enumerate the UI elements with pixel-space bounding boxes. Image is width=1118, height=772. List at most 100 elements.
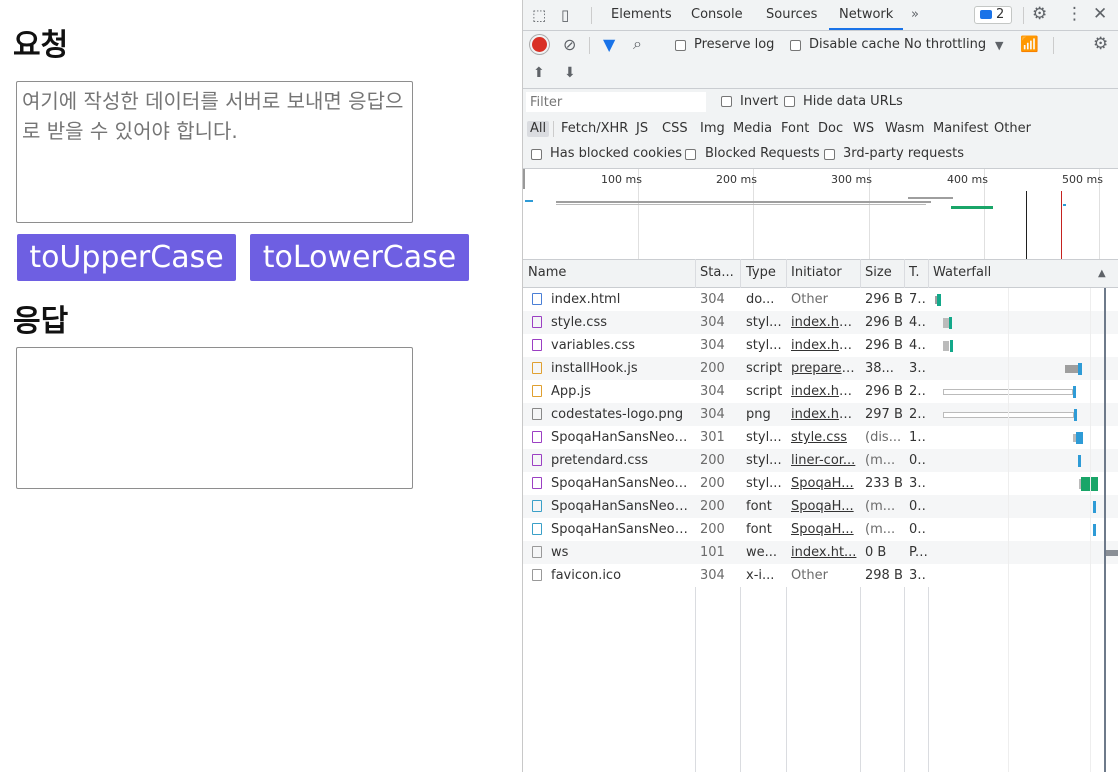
row-initiator[interactable]: preparel...	[791, 361, 857, 376]
network-settings-gear-icon[interactable]: ⚙	[1093, 36, 1108, 53]
tab-elements[interactable]: Elements	[611, 0, 672, 30]
overview-timeline[interactable]: 100 ms 200 ms 300 ms 400 ms 500 ms	[523, 169, 1118, 259]
row-initiator[interactable]: liner-cor...	[791, 453, 857, 468]
row-name: index.html	[551, 292, 621, 307]
row-initiator[interactable]: index.html	[791, 384, 857, 399]
table-row[interactable]: installHook.js 200 script preparel... 38... 3…	[523, 357, 1118, 380]
js-file-icon	[532, 385, 542, 397]
table-row[interactable]: ws 101 we... index.ht... 0 B P...	[523, 541, 1118, 564]
column-header-size[interactable]: Size	[865, 265, 892, 280]
invert-checkbox[interactable]	[721, 96, 732, 107]
row-status: 304	[700, 315, 725, 330]
export-har-icon[interactable]: ⬇	[564, 65, 576, 81]
row-initiator[interactable]: SpoqaH...	[791, 522, 857, 537]
filter-input[interactable]	[526, 92, 706, 112]
response-textarea[interactable]	[16, 347, 413, 489]
filter-funnel-icon[interactable]: ▼	[603, 37, 615, 53]
device-toolbar-icon[interactable]: ▯	[561, 7, 569, 23]
row-type: script	[746, 361, 783, 376]
close-devtools-icon[interactable]: ✕	[1093, 6, 1107, 23]
type-filter-ws[interactable]: WS	[853, 121, 874, 137]
row-initiator[interactable]: index.ht...	[791, 545, 857, 560]
type-filter-media[interactable]: Media	[733, 121, 772, 137]
devtools-tab-bar: ⬚ ▯ Elements Console Sources Network » 2…	[523, 0, 1118, 31]
table-row[interactable]: SpoqaHanSansNeo.... 301 styl... style.css (d…	[523, 426, 1118, 449]
network-conditions-icon[interactable]: 📶	[1020, 36, 1039, 52]
table-row[interactable]: codestates-logo.png 304 png index.html 297 B…	[523, 403, 1118, 426]
blocked-requests-checkbox[interactable]	[685, 149, 696, 160]
clear-icon[interactable]: ⊘	[563, 37, 576, 53]
img-file-icon	[532, 408, 542, 420]
row-initiator[interactable]: SpoqaH...	[791, 476, 857, 491]
chevron-down-icon[interactable]: ▼	[995, 38, 1003, 54]
column-header-type[interactable]: Type	[746, 265, 776, 280]
more-options-icon[interactable]: ⋮	[1066, 6, 1083, 23]
throttling-select[interactable]: No throttling	[904, 37, 986, 52]
row-name: pretendard.css	[551, 453, 649, 468]
sort-ascending-icon[interactable]: ▲	[1098, 268, 1106, 279]
type-filter-doc[interactable]: Doc	[818, 121, 843, 137]
type-filter-all[interactable]: All	[527, 121, 550, 137]
font-file-icon	[532, 523, 542, 535]
table-row[interactable]: pretendard.css 200 styl... liner-cor... (m..…	[523, 449, 1118, 472]
table-row[interactable]: SpoqaHanSansNeo-... 200 font SpoqaH... (m...…	[523, 518, 1118, 541]
tab-network[interactable]: Network	[839, 0, 893, 30]
row-initiator[interactable]: index.html	[791, 407, 857, 422]
table-row[interactable]: favicon.ico 304 x-i... Other 298 B 3...	[523, 564, 1118, 587]
request-textarea[interactable]	[16, 81, 413, 223]
import-har-icon[interactable]: ⬆	[533, 65, 545, 81]
type-filter-other[interactable]: Other	[994, 121, 1031, 137]
column-header-initiator[interactable]: Initiator	[791, 265, 842, 280]
type-filter-js[interactable]: JS	[636, 121, 648, 137]
type-filter-wasm[interactable]: Wasm	[885, 121, 924, 137]
column-header-time[interactable]: T.	[909, 265, 920, 280]
column-header-status[interactable]: Sta...	[700, 265, 734, 280]
table-row[interactable]: SpoqaHanSansNeo-... 200 font SpoqaH... (m...…	[523, 495, 1118, 518]
to-upper-case-button[interactable]: toUpperCase	[17, 234, 236, 281]
type-filter-manifest[interactable]: Manifest	[933, 121, 988, 137]
timeline-tick: 300 ms	[831, 173, 872, 186]
waterfall-bar	[950, 339, 953, 352]
issues-badge[interactable]: 2	[974, 6, 1012, 24]
doc-file-icon	[532, 293, 542, 305]
tab-console[interactable]: Console	[691, 0, 743, 30]
dom-content-loaded-line	[1026, 191, 1027, 259]
waterfall-bar	[1078, 362, 1082, 375]
blocked-cookies-checkbox[interactable]	[531, 149, 542, 160]
row-time: 1...	[909, 430, 927, 445]
column-header-waterfall[interactable]: Waterfall	[933, 265, 991, 280]
timeline-bar	[951, 206, 993, 209]
preserve-log-checkbox[interactable]	[675, 40, 686, 51]
search-icon[interactable]: ⌕	[633, 36, 642, 52]
table-row[interactable]: variables.css 304 styl... index.html 296 B 4.…	[523, 334, 1118, 357]
column-header-name[interactable]: Name	[528, 265, 566, 280]
record-icon[interactable]	[532, 37, 547, 52]
table-row[interactable]: index.html 304 do... Other 296 B 7...	[523, 288, 1118, 311]
disable-cache-label: Disable cache	[809, 37, 900, 52]
row-size: 297 B	[865, 407, 903, 422]
waterfall-bar	[949, 316, 952, 329]
type-filter-css[interactable]: CSS	[662, 121, 688, 137]
inspect-element-icon[interactable]: ⬚	[532, 7, 546, 23]
row-initiator[interactable]: index.html	[791, 315, 857, 330]
row-initiator[interactable]: SpoqaH...	[791, 499, 857, 514]
more-tabs-icon[interactable]: »	[911, 0, 919, 30]
waterfall-bar	[1074, 408, 1077, 421]
timeline-tick: 500 ms	[1062, 173, 1103, 186]
hide-data-urls-checkbox[interactable]	[784, 96, 795, 107]
third-party-checkbox[interactable]	[824, 149, 835, 160]
to-lower-case-button[interactable]: toLowerCase	[250, 234, 469, 281]
row-initiator[interactable]: style.css	[791, 430, 857, 445]
type-filter-font[interactable]: Font	[781, 121, 809, 137]
disable-cache-checkbox[interactable]	[790, 40, 801, 51]
waterfall-bar	[943, 340, 949, 351]
type-filter-fetch-xhr[interactable]: Fetch/XHR	[561, 121, 628, 137]
table-row[interactable]: SpoqaHanSansNeo.... 200 styl... SpoqaH... 23…	[523, 472, 1118, 495]
table-row[interactable]: App.js 304 script index.html 296 B 2...	[523, 380, 1118, 403]
tab-sources[interactable]: Sources	[766, 0, 817, 30]
timeline-bar	[1063, 204, 1066, 206]
type-filter-img[interactable]: Img	[700, 121, 725, 137]
settings-gear-icon[interactable]: ⚙	[1032, 6, 1047, 23]
row-initiator[interactable]: index.html	[791, 338, 857, 353]
table-row[interactable]: style.css 304 styl... index.html 296 B 4...	[523, 311, 1118, 334]
